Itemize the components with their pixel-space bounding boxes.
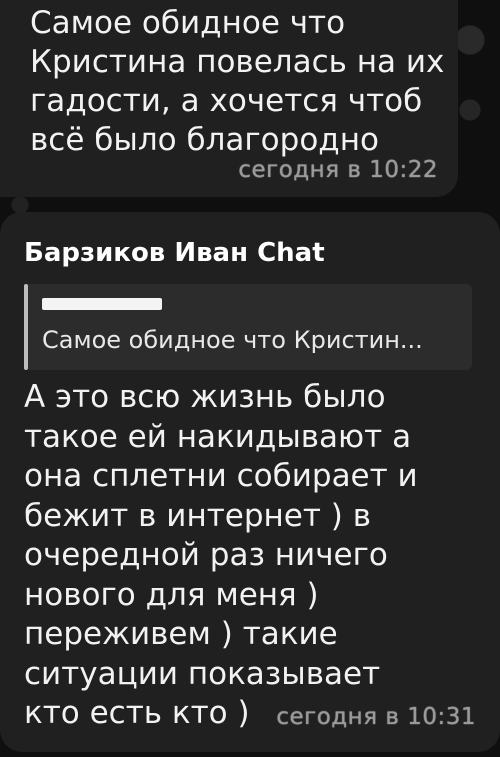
message-bubble[interactable]: Барзиков Иван Chat Самое обидное что Кри… <box>0 212 500 752</box>
message-text: Самое обидное что Кристина повелась на и… <box>30 5 445 158</box>
sender-name[interactable]: Барзиков Иван Chat <box>24 238 325 268</box>
reply-bar <box>24 284 28 370</box>
reply-quote[interactable]: Самое обидное что Кристин... <box>24 284 472 370</box>
message-timestamp: сегодня в 10:22 <box>238 157 438 183</box>
reply-preview-text: Самое обидное что Кристин... <box>42 326 423 354</box>
message-text: А это всю жизнь было такое ей накидывают… <box>24 379 418 731</box>
redacted-reply-author <box>42 298 162 310</box>
message-timestamp: сегодня в 10:31 <box>276 704 476 730</box>
message-bubble[interactable]: Самое обидное что Кристина повелась на и… <box>0 0 458 197</box>
